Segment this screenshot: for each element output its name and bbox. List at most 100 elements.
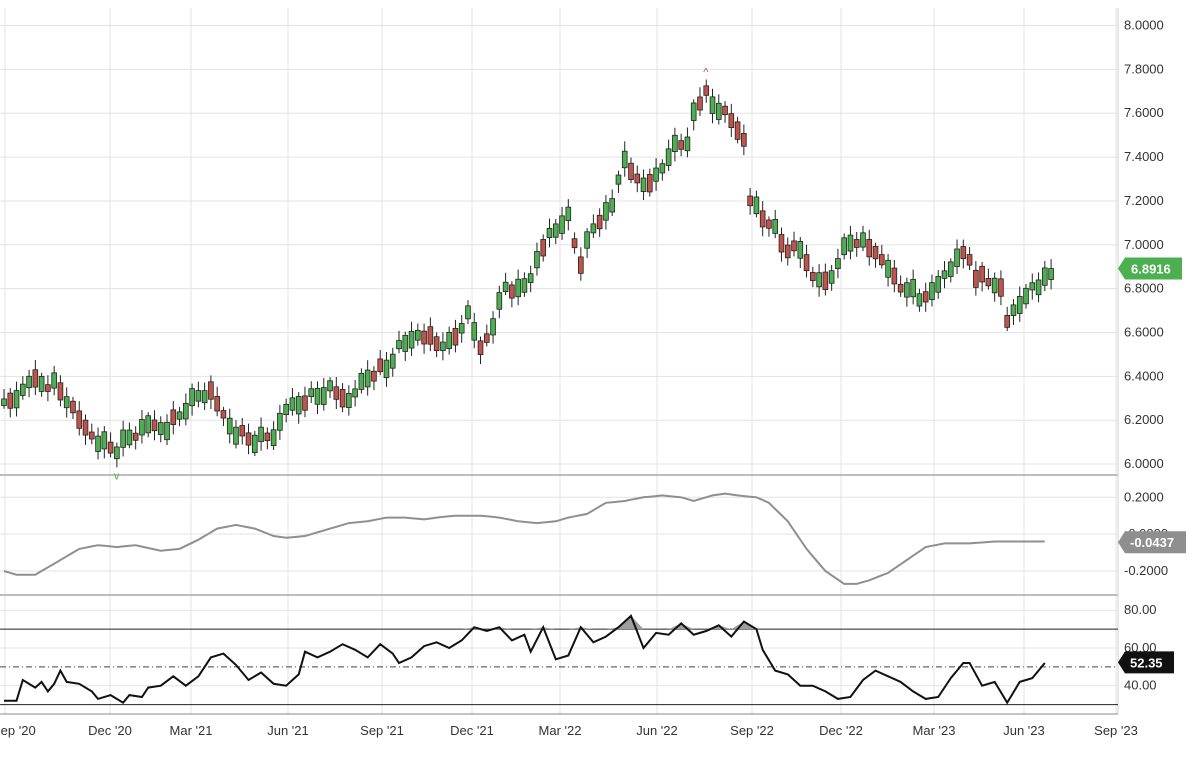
candle-body	[7, 392, 14, 409]
candle-body	[13, 390, 20, 409]
candle	[891, 259, 898, 293]
candle	[339, 383, 346, 413]
candle-body	[822, 271, 829, 290]
candle	[352, 379, 358, 407]
candle	[208, 375, 214, 410]
candle-body	[176, 411, 183, 420]
candle-body	[396, 340, 402, 350]
candle	[132, 426, 139, 450]
x-tick-label: Sep '23	[1094, 723, 1138, 738]
candle	[728, 103, 735, 138]
candle	[828, 264, 835, 291]
candle-body	[1016, 295, 1023, 314]
price-y-tick-label: 8.0000	[1124, 18, 1164, 33]
candle-body	[1042, 267, 1048, 286]
candle	[897, 275, 904, 297]
candle	[251, 430, 258, 457]
rsi-overbought-fill	[461, 615, 757, 630]
candle	[151, 410, 158, 441]
candle-body	[63, 396, 70, 409]
candle	[415, 323, 421, 346]
candle	[640, 169, 647, 201]
candle	[51, 365, 57, 396]
candle-body	[866, 238, 873, 258]
candle-body	[778, 234, 785, 253]
candle-body	[496, 292, 503, 310]
candle-body	[82, 419, 89, 436]
candle	[1029, 273, 1036, 300]
candle	[979, 261, 985, 292]
candle	[295, 392, 302, 424]
candle-body	[527, 273, 534, 283]
candle-body	[759, 210, 766, 228]
low-marker: v	[114, 470, 120, 482]
candle-body	[95, 435, 101, 452]
candle	[941, 261, 948, 289]
candle	[822, 263, 829, 296]
candle-body	[70, 400, 76, 414]
x-tick-label: Jun '21	[267, 723, 309, 738]
candle	[327, 377, 333, 399]
candle	[534, 242, 540, 276]
candle	[521, 272, 528, 297]
candle-body	[728, 113, 735, 128]
osc-y-tick-label: -0.2000	[1124, 563, 1168, 578]
candle	[1042, 260, 1048, 292]
candle	[803, 244, 810, 278]
candle-body	[346, 392, 352, 408]
price-y-tick-label: 7.0000	[1124, 237, 1164, 252]
candle-body	[458, 323, 465, 334]
candle-body	[753, 196, 760, 215]
candle	[32, 360, 39, 396]
price-y-tick-label: 7.6000	[1124, 105, 1164, 120]
candle-body	[289, 397, 296, 411]
candle	[371, 366, 377, 391]
candle-body	[1029, 282, 1036, 291]
candle-body	[659, 163, 666, 174]
candle	[960, 239, 967, 269]
candle-body	[308, 388, 315, 397]
candle-body	[860, 232, 866, 248]
candle-body	[126, 429, 133, 446]
candle	[879, 244, 885, 269]
candle	[490, 311, 496, 344]
candle	[678, 133, 684, 157]
candle-body	[697, 96, 703, 111]
candle	[458, 314, 465, 343]
candle-body	[377, 358, 383, 373]
candle	[985, 268, 992, 290]
candle-body	[327, 380, 333, 392]
candle	[584, 228, 590, 258]
candle-body	[483, 333, 490, 343]
candle	[195, 381, 202, 408]
candle-body	[151, 419, 158, 432]
candle-body	[120, 429, 126, 448]
candle-body	[653, 167, 659, 182]
candle	[991, 272, 998, 302]
candle-body	[559, 215, 565, 234]
candle	[904, 277, 910, 307]
candle	[264, 427, 271, 450]
candle-body	[973, 269, 979, 288]
candle	[164, 414, 170, 446]
candle	[853, 231, 860, 257]
candle	[427, 317, 434, 352]
candle	[860, 225, 866, 252]
candle	[628, 157, 634, 184]
candle-body	[571, 238, 578, 249]
osc-last-badge: -0.0437	[1118, 531, 1186, 554]
candle-body	[803, 254, 810, 272]
candle-body	[490, 318, 496, 336]
candle-body	[947, 261, 954, 277]
candle	[810, 266, 816, 288]
x-tick-label: Jun '22	[636, 723, 678, 738]
candle-body	[295, 396, 302, 415]
rsi-badge-label: 52.35	[1130, 655, 1163, 670]
x-tick-label: Sep '20	[0, 723, 36, 738]
candle-body	[509, 284, 515, 299]
candle	[76, 401, 83, 436]
candle	[176, 406, 183, 427]
candle-body	[640, 177, 647, 193]
candle	[277, 404, 283, 440]
candle-body	[609, 198, 615, 213]
